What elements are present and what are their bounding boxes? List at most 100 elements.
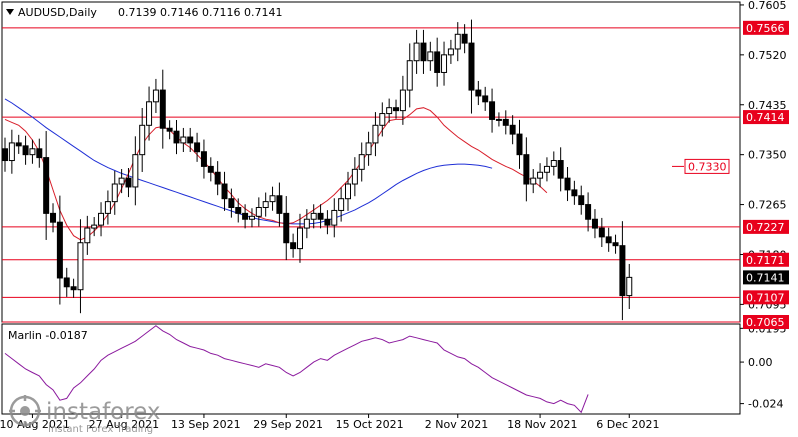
candle-body xyxy=(626,276,633,297)
candle-body xyxy=(91,224,98,229)
candle-body xyxy=(77,242,84,291)
indicator-tick-label: 0.00 xyxy=(748,356,773,369)
price-tick-label: 0.7605 xyxy=(748,0,787,12)
candle-body xyxy=(63,277,70,288)
candle-body xyxy=(104,201,111,214)
candle-body xyxy=(70,286,77,291)
level-label: 0.7227 xyxy=(746,221,785,234)
candle-body xyxy=(173,130,180,144)
candle-body xyxy=(310,212,317,220)
candle-body xyxy=(146,101,153,126)
price-tick-label: 0.7350 xyxy=(748,149,787,162)
candle-body xyxy=(372,124,379,144)
candle-body xyxy=(242,212,249,220)
price-tick-label: 0.7265 xyxy=(748,199,787,212)
candle-body xyxy=(98,212,105,226)
candle-body xyxy=(8,142,15,162)
candle-body xyxy=(262,201,269,209)
level-label: 0.7566 xyxy=(746,22,785,35)
candle-body xyxy=(15,142,22,147)
candle-body xyxy=(564,177,571,191)
candle-body xyxy=(159,89,166,129)
candle-body xyxy=(399,89,406,112)
candle-body xyxy=(475,89,482,97)
candle-body xyxy=(509,124,516,135)
candle-body xyxy=(530,177,537,185)
price-tick-label: 0.7435 xyxy=(748,99,787,112)
candle-body xyxy=(495,118,502,121)
candle-body xyxy=(50,212,57,223)
candle-body xyxy=(187,136,194,144)
symbol-label: AUDUSD,Daily xyxy=(18,6,97,19)
candle-body xyxy=(132,154,139,188)
candle-body xyxy=(166,127,173,132)
candle-body xyxy=(461,33,468,44)
candle-body xyxy=(578,195,585,206)
candle-body xyxy=(441,54,448,73)
candle-body xyxy=(200,151,207,167)
time-tick-label: 15 Oct 2021 xyxy=(336,418,404,431)
candle-body xyxy=(413,42,420,62)
candle-body xyxy=(248,215,255,220)
level-label: 0.7065 xyxy=(746,316,785,329)
time-tick-label: 6 Dec 2021 xyxy=(596,418,659,431)
candle-body xyxy=(502,118,509,126)
candle-body xyxy=(283,212,290,244)
candle-body xyxy=(557,160,564,179)
candle-body xyxy=(379,113,386,126)
time-tick-label: 2 Nov 2021 xyxy=(425,418,488,431)
forex-chart: 0.01950.00-0.024 0.76050.75200.74350.735… xyxy=(0,0,789,435)
candle-body xyxy=(125,177,132,188)
candle-body xyxy=(365,142,372,156)
candle-body xyxy=(207,165,214,173)
level-label: 0.7107 xyxy=(746,291,785,304)
candle-body xyxy=(194,142,201,153)
current-price-label: 0.7141 xyxy=(746,271,785,284)
candle-body xyxy=(543,165,550,173)
candle-body xyxy=(29,148,36,156)
ma-value-label: 0.7330 xyxy=(688,160,727,173)
ohlc-label: 0.7139 0.7146 0.7116 0.7141 xyxy=(118,6,282,19)
candle-body xyxy=(571,189,578,197)
candle-body xyxy=(605,236,612,244)
candle-body xyxy=(235,207,242,214)
time-tick-label: 13 Sep 2021 xyxy=(171,418,241,431)
candle-body xyxy=(228,198,235,209)
candle-body xyxy=(111,183,118,203)
candle-body xyxy=(591,218,598,229)
candle-body xyxy=(427,51,434,62)
candle-body xyxy=(619,245,626,297)
candle-body xyxy=(393,107,400,112)
candle-body xyxy=(214,171,221,185)
candle-body xyxy=(255,207,262,217)
candle-body xyxy=(345,183,351,200)
candle-body xyxy=(550,160,557,167)
time-tick-label: 29 Sep 2021 xyxy=(253,418,323,431)
candle-body xyxy=(516,133,523,156)
candle-body xyxy=(84,227,91,244)
candle-body xyxy=(290,242,297,250)
candle-body xyxy=(180,136,187,144)
candle-body xyxy=(303,218,310,229)
candle-body xyxy=(585,204,592,220)
candle-body xyxy=(2,148,8,162)
candle-body xyxy=(454,33,461,50)
time-tick-label: 18 Nov 2021 xyxy=(507,418,577,431)
candle-body xyxy=(56,221,63,279)
candle-body xyxy=(36,148,43,159)
candle-body xyxy=(276,195,283,214)
candle-body xyxy=(598,227,605,238)
candle-body xyxy=(358,154,365,170)
candle-body xyxy=(434,51,441,73)
candle-body xyxy=(139,124,146,156)
candle-body xyxy=(331,209,338,226)
candle-body xyxy=(523,154,530,185)
watermark-brand: instaforex xyxy=(46,399,161,425)
price-tick-label: 0.7520 xyxy=(748,49,787,62)
candle-body xyxy=(152,89,159,103)
indicator-tick-label: -0.024 xyxy=(748,398,783,411)
candle-body xyxy=(351,168,358,185)
candle-body xyxy=(118,177,125,185)
candle-body xyxy=(269,195,276,203)
candle-body xyxy=(420,42,427,62)
